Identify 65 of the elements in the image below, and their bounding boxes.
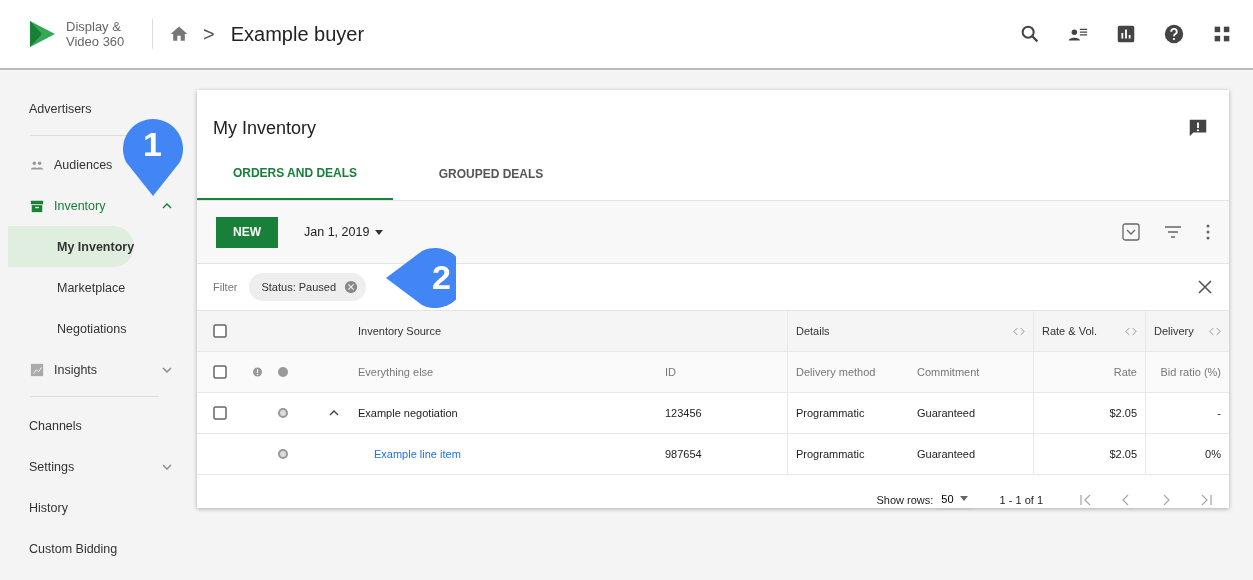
status-ring-icon <box>278 408 288 418</box>
checkbox[interactable] <box>213 365 227 379</box>
home-icon[interactable] <box>169 24 189 44</box>
table-cell: Guaranteed <box>917 407 976 419</box>
column-group-header: Rate & Vol. <box>1042 325 1098 337</box>
checkbox[interactable] <box>213 324 227 338</box>
checkbox[interactable] <box>213 406 227 420</box>
table-cell: Guaranteed <box>917 448 976 460</box>
column-header: Commitment <box>917 366 980 378</box>
filter-label: Filter <box>213 281 238 293</box>
show-rows-label: Show rows: <box>876 494 934 506</box>
product-name: Display & <box>66 19 122 34</box>
filter-chip[interactable]: Status: Paused <box>249 273 367 301</box>
close-icon[interactable] <box>344 280 359 294</box>
card-title: My Inventory <box>213 117 317 139</box>
tab[interactable]: GROUPED DEALS <box>393 148 589 200</box>
line-item-link[interactable]: Example line item <box>358 448 461 460</box>
table-cell: $2.05 <box>1109 407 1137 419</box>
sidebar-item[interactable]: Audiences <box>0 144 113 185</box>
first-page-icon[interactable] <box>1079 493 1093 507</box>
last-page-icon[interactable] <box>1199 493 1213 507</box>
page-title: Example buyer <box>230 22 365 46</box>
sidebar-item[interactable]: History <box>0 487 68 528</box>
column-header: Delivery method <box>796 366 876 378</box>
product-name: Video 360 <box>66 34 126 49</box>
sidebar-item[interactable]: Insights <box>0 349 197 390</box>
info-icon <box>253 367 262 377</box>
table-cell: Programmatic <box>796 448 865 460</box>
column-header: ID <box>665 366 676 378</box>
column-header: Everything else <box>358 366 434 378</box>
table-cell: - <box>1217 407 1221 419</box>
rows-per-page-dropdown[interactable]: 50 <box>937 490 974 510</box>
sidebar-item[interactable]: Advertisers <box>0 88 92 129</box>
column-header: Rate <box>1113 366 1137 378</box>
table-cell: 987654 <box>665 448 702 460</box>
sidebar-item[interactable]: Negotiations <box>0 308 127 349</box>
status-dot-icon <box>278 367 288 377</box>
column-group-header: Details <box>796 325 830 337</box>
table-cell: 0% <box>1205 448 1221 460</box>
archive-box-icon <box>30 198 44 213</box>
column-dropdown-icon[interactable] <box>1121 222 1141 242</box>
more-vertical-icon[interactable] <box>1205 222 1211 242</box>
sidebar-item[interactable]: My Inventory <box>8 226 135 267</box>
sidebar-item[interactable]: Custom Bidding <box>0 528 118 569</box>
page-range: 1 - 1 of 1 <box>999 494 1043 506</box>
help-icon[interactable] <box>1163 23 1185 45</box>
table-cell: Programmatic <box>796 407 865 419</box>
date-dropdown[interactable]: Jan 1, 2019 <box>298 224 390 240</box>
chart-icon <box>30 362 44 377</box>
table-cell: $2.05 <box>1109 448 1137 460</box>
sidebar-item[interactable]: Channels <box>0 405 82 446</box>
search-icon[interactable] <box>1019 23 1041 45</box>
status-ring-icon <box>278 449 288 459</box>
table-cell: Example negotiation <box>358 407 458 419</box>
sidebar-item[interactable]: Settings <box>0 446 197 487</box>
column-header: Bid ratio (%) <box>1160 366 1221 378</box>
report-icon[interactable] <box>1115 23 1137 45</box>
sidebar-item[interactable]: Inventory <box>0 185 197 226</box>
sidebar-item[interactable]: Marketplace <box>0 267 126 308</box>
new-button[interactable]: NEW <box>216 216 278 248</box>
column-group-header: Inventory Source <box>358 325 442 337</box>
column-group-header: Delivery <box>1154 325 1194 337</box>
close-icon[interactable] <box>1197 279 1213 295</box>
table-cell: 123456 <box>665 407 702 419</box>
breadcrumb-separator: > <box>203 22 215 46</box>
